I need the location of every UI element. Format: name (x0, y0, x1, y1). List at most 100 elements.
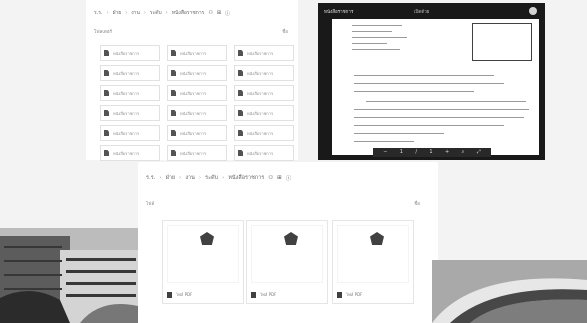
file-tile[interactable]: หนังสือราชการ (100, 105, 160, 121)
zoom-in-icon[interactable]: + (445, 150, 449, 155)
sort-control[interactable]: ชื่อ (282, 28, 288, 35)
file-thumbnail (337, 225, 409, 283)
info-icon[interactable]: ⓘ (286, 174, 292, 182)
file-card[interactable]: ไฟล์ PDF (332, 220, 414, 304)
file-tile[interactable]: หนังสือราชการ (100, 45, 160, 61)
file-name: หนังสือราชการ (113, 110, 140, 116)
people-icon[interactable]: ⚇ (268, 175, 273, 181)
document-text-line (352, 37, 407, 39)
file-icon (238, 130, 243, 136)
chevron-right-icon: › (106, 10, 109, 16)
file-icon (104, 90, 109, 96)
file-icon (171, 150, 176, 156)
file-tile[interactable]: หนังสือราชการ (167, 105, 227, 121)
file-name: ไฟล์ PDF (260, 292, 277, 297)
file-icon (171, 70, 176, 76)
open-with-button[interactable]: เปิดด้วย (414, 8, 429, 15)
school-building-photo (0, 228, 138, 323)
breadcrumb-item[interactable]: งาน (185, 174, 195, 182)
file-tile[interactable]: หนังสือราชการ (167, 85, 227, 101)
breadcrumb-item[interactable]: ร.ร. (146, 174, 155, 182)
pdf-icon (251, 291, 256, 298)
drive-grid-panel: ร.ร. › ฝ่าย › งาน › ระดับ › หนังสือราชกา… (138, 162, 438, 323)
chevron-right-icon: › (179, 175, 182, 181)
file-name: หนังสือราชการ (180, 130, 207, 136)
breadcrumb-item[interactable]: ฝ่าย (113, 9, 122, 17)
garuda-emblem-icon (200, 232, 214, 245)
file-name: หนังสือราชการ (247, 90, 274, 96)
drive-list-panel: ร.ร. › ฝ่าย › งาน › ระดับ › หนังสือราชกา… (86, 0, 298, 161)
file-name: หนังสือราชการ (180, 50, 207, 56)
file-icon (238, 70, 243, 76)
file-name: หนังสือราชการ (180, 150, 207, 156)
document-text-line (354, 109, 529, 111)
breadcrumb-item[interactable]: ฝ่าย (166, 174, 176, 182)
file-thumbnail (251, 225, 323, 283)
zoom-out-icon[interactable]: − (383, 150, 387, 155)
document-text-line (352, 25, 402, 27)
breadcrumb-item[interactable]: งาน (131, 9, 140, 17)
file-icon (104, 130, 109, 136)
file-icon (104, 110, 109, 116)
file-tile[interactable]: หนังสือราชการ (100, 85, 160, 101)
document-text-line (354, 141, 414, 143)
file-tile[interactable]: หนังสือราชการ (234, 145, 294, 161)
page-count: 1 (429, 149, 433, 155)
document-viewer: หนังสือราชการ เปิดด้วย − 1 / 1 + ⌕ ⤢ (318, 3, 545, 160)
breadcrumb-item[interactable]: ระดับ (205, 174, 218, 182)
pdf-icon (167, 291, 172, 298)
chevron-right-icon: › (159, 175, 162, 181)
file-name: หนังสือราชการ (180, 90, 207, 96)
file-icon (171, 130, 176, 136)
receipt-stamp (472, 23, 532, 61)
file-tile[interactable]: หนังสือราชการ (234, 85, 294, 101)
file-name: หนังสือราชการ (113, 150, 140, 156)
chevron-right-icon: › (198, 175, 202, 181)
chevron-right-icon: › (143, 10, 146, 16)
file-card[interactable]: ไฟล์ PDF (246, 220, 328, 304)
sort-control[interactable]: ชื่อ (414, 200, 420, 207)
file-tile[interactable]: หนังสือราชการ (234, 65, 294, 81)
file-tile[interactable]: หนังสือราชการ (167, 45, 227, 61)
breadcrumb-current[interactable]: หนังสือราชการ (228, 174, 264, 182)
file-tile[interactable]: หนังสือราชการ (100, 125, 160, 141)
file-tile[interactable]: หนังสือราชการ (167, 145, 227, 161)
viewer-title: หนังสือราชการ (324, 10, 354, 15)
file-card[interactable]: ไฟล์ PDF (162, 220, 244, 304)
file-name: หนังสือราชการ (247, 150, 274, 156)
grid-view-icon[interactable]: ⊞ (217, 10, 221, 16)
breadcrumb: ร.ร. › ฝ่าย › งาน › ระดับ › หนังสือราชกา… (94, 9, 230, 17)
file-tile[interactable]: หนังสือราชการ (234, 125, 294, 141)
file-tile[interactable]: หนังสือราชการ (234, 105, 294, 121)
file-name: ไฟล์ PDF (346, 292, 363, 297)
breadcrumb-item[interactable]: ร.ร. (94, 9, 103, 17)
file-name: ไฟล์ PDF (176, 292, 193, 297)
file-name: หนังสือราชการ (247, 110, 274, 116)
grid-view-icon[interactable]: ⊞ (277, 175, 282, 181)
document-text-line (354, 133, 444, 135)
people-icon[interactable]: ⚇ (208, 10, 212, 16)
section-label: โฟลเดอร์ (94, 30, 112, 35)
search-icon[interactable]: ⌕ (462, 150, 465, 155)
file-tile[interactable]: หนังสือราชการ (100, 65, 160, 81)
pdf-icon (337, 291, 342, 298)
file-tile[interactable]: หนังสือราชการ (167, 65, 227, 81)
page-separator: / (415, 149, 418, 155)
chevron-right-icon: › (165, 10, 168, 16)
file-icon (104, 70, 109, 76)
file-name: หนังสือราชการ (113, 70, 140, 76)
document-text-line (354, 75, 494, 77)
avatar[interactable] (529, 7, 537, 15)
file-tile[interactable]: หนังสือราชการ (234, 45, 294, 61)
breadcrumb: ร.ร. › ฝ่าย › งาน › ระดับ › หนังสือราชกา… (146, 174, 291, 182)
file-name: หนังสือราชการ (247, 130, 274, 136)
info-icon[interactable]: ⓘ (225, 10, 230, 17)
chevron-right-icon: › (125, 10, 128, 16)
breadcrumb-item[interactable]: ระดับ (150, 9, 162, 17)
file-name: หนังสือราชการ (247, 70, 274, 76)
file-tile[interactable]: หนังสือราชการ (167, 125, 227, 141)
file-tile[interactable]: หนังสือราชการ (100, 145, 160, 161)
fullscreen-icon[interactable]: ⤢ (477, 150, 481, 155)
breadcrumb-current[interactable]: หนังสือราชการ (172, 9, 205, 17)
file-name: หนังสือราชการ (180, 70, 207, 76)
